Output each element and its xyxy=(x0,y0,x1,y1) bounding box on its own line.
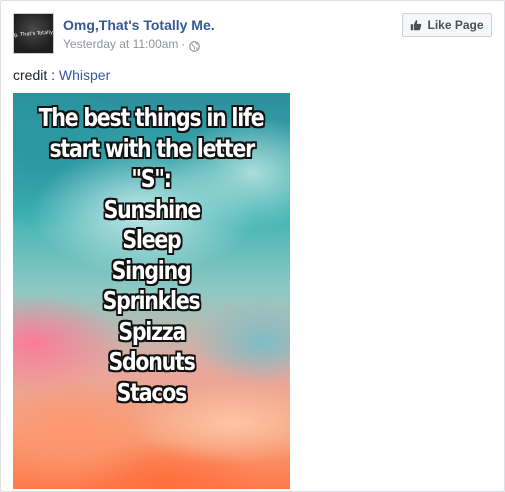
meme-line: Sprinkles xyxy=(103,286,201,315)
post-timestamp[interactable]: Yesterday at 11:00am xyxy=(63,36,178,52)
post-header: Omg, That's Totally Me Omg,That's Totall… xyxy=(13,13,492,57)
meme-line: Spizza xyxy=(118,316,186,346)
credit-link[interactable]: Whisper xyxy=(59,67,110,83)
meme-line: The best things in life xyxy=(39,103,265,132)
credit-prefix: credit : xyxy=(13,67,59,83)
globe-icon[interactable] xyxy=(189,39,201,52)
meme-line: Sdonuts xyxy=(108,347,195,376)
meme-line: start with the letter xyxy=(49,133,255,163)
thumbs-up-icon xyxy=(411,20,422,31)
meme-line: Sleep xyxy=(122,225,181,254)
meme-line: Stacos xyxy=(116,377,188,407)
meme-line: Singing xyxy=(112,255,192,285)
post-meta: Yesterday at 11:00am · xyxy=(63,36,201,52)
page-avatar[interactable]: Omg, That's Totally Me xyxy=(13,13,54,54)
post-card: Omg, That's Totally Me Omg,That's Totall… xyxy=(0,0,505,492)
meme-text: The best things in life start with the l… xyxy=(13,93,290,489)
post-caption: credit : Whisper xyxy=(13,66,110,84)
post-image[interactable]: The best things in life start with the l… xyxy=(13,93,290,489)
meme-line: Sunshine xyxy=(103,194,201,224)
meta-separator: · xyxy=(181,37,186,51)
like-page-label: Like Page xyxy=(427,18,484,32)
avatar-label: Omg, That's Totally Me xyxy=(13,29,54,39)
page-name-link[interactable]: Omg,That's Totally Me. xyxy=(63,16,215,34)
meme-line: "S": xyxy=(131,164,173,193)
like-page-button[interactable]: Like Page xyxy=(402,13,492,37)
